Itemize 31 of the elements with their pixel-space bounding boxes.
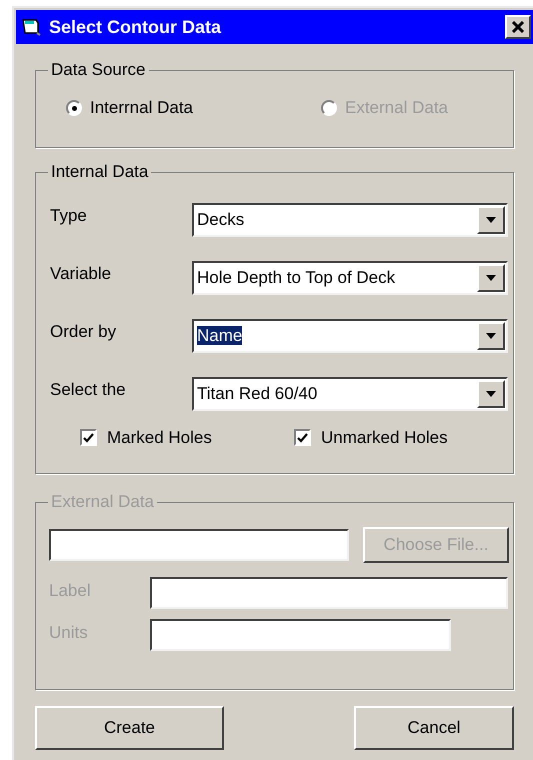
close-button[interactable] bbox=[505, 15, 531, 39]
dropdown-arrow-icon bbox=[486, 217, 496, 223]
dialog-button[interactable]: Cancel bbox=[354, 706, 514, 750]
field-label: Units bbox=[49, 622, 89, 644]
dropdown[interactable]: Hole Depth to Top of Deck bbox=[192, 261, 508, 295]
field-label: Label bbox=[49, 580, 92, 602]
dropdown[interactable]: Titan Red 60/40 bbox=[192, 377, 508, 411]
field-label: Variable bbox=[50, 263, 112, 286]
dropdown-value: Name bbox=[196, 325, 244, 348]
radio-option[interactable]: Interrnal Data bbox=[66, 95, 321, 121]
window-title: Select Contour Data bbox=[49, 16, 222, 38]
close-icon bbox=[512, 21, 524, 33]
dropdown[interactable]: Name bbox=[192, 319, 508, 353]
dropdown[interactable]: Decks bbox=[192, 203, 508, 237]
dropdown-value: Titan Red 60/40 bbox=[196, 383, 318, 406]
check-icon bbox=[83, 432, 94, 443]
dropdown-arrow-icon bbox=[486, 275, 496, 281]
checkbox[interactable] bbox=[294, 429, 311, 446]
checkbox-option[interactable]: Marked Holes bbox=[80, 425, 294, 450]
field-label: Type bbox=[50, 205, 88, 228]
check-icon bbox=[297, 432, 308, 443]
dropdown-value: Hole Depth to Top of Deck bbox=[196, 267, 396, 290]
checkbox-option[interactable]: Unmarked Holes bbox=[294, 425, 448, 450]
dialog-button[interactable]: Create bbox=[35, 706, 224, 750]
dropdown-arrow-icon bbox=[486, 391, 496, 397]
dropdown-value: Decks bbox=[196, 209, 246, 232]
field-label: Select the bbox=[50, 379, 127, 402]
checkbox[interactable] bbox=[80, 429, 97, 446]
field-label: Order by bbox=[50, 321, 118, 344]
dropdown-arrow-icon bbox=[486, 333, 496, 339]
window-icon bbox=[22, 18, 42, 36]
